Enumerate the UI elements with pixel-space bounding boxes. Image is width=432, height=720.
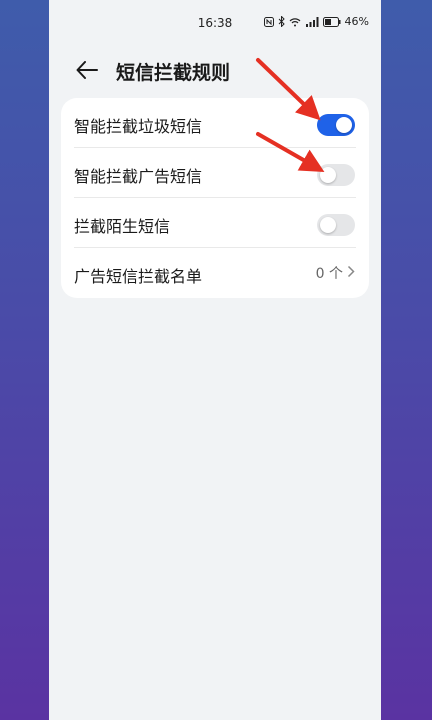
setting-row-strangers[interactable]: 拦截陌生短信 — [61, 198, 369, 248]
nfc-icon — [263, 16, 274, 27]
app-header: 短信拦截规则 — [49, 52, 381, 92]
chevron-right-icon — [347, 265, 355, 282]
strangers-toggle[interactable] — [317, 214, 355, 236]
page-title: 短信拦截规则 — [116, 62, 231, 84]
setting-label: 智能拦截广告短信 — [74, 167, 203, 186]
status-bar: 16:38 46% — [49, 0, 381, 46]
ads-toggle[interactable] — [317, 164, 355, 186]
back-button[interactable] — [71, 56, 103, 88]
spam-toggle[interactable] — [317, 114, 355, 136]
setting-label: 拦截陌生短信 — [74, 217, 171, 236]
toggle-knob — [320, 167, 336, 183]
wifi-icon — [289, 17, 301, 27]
battery-icon — [322, 16, 341, 27]
signal-icon — [305, 16, 319, 27]
setting-row-spam[interactable]: 智能拦截垃圾短信 — [61, 98, 369, 148]
setting-row-ads[interactable]: 智能拦截广告短信 — [61, 148, 369, 198]
settings-card: 智能拦截垃圾短信 智能拦截广告短信 拦截陌生短信 广告短信拦截名单 0 个 — [61, 98, 369, 298]
toggle-knob — [336, 117, 352, 133]
phone-screen: 16:38 46% 短信拦截规则 智能拦截垃圾短信 智能拦截广告短信 拦截陌生短… — [49, 0, 381, 720]
toggle-knob — [320, 217, 336, 233]
arrow-left-icon — [76, 61, 98, 83]
setting-label: 广告短信拦截名单 — [74, 267, 203, 286]
blocklist-count: 0 个 — [316, 263, 355, 283]
setting-label: 智能拦截垃圾短信 — [74, 117, 203, 136]
bluetooth-icon — [278, 16, 285, 27]
setting-row-ad-blocklist[interactable]: 广告短信拦截名单 0 个 — [61, 248, 369, 298]
status-icons: 46% — [263, 15, 369, 28]
blocklist-count-text: 0 个 — [315, 266, 343, 282]
battery-percent: 46% — [344, 15, 369, 28]
